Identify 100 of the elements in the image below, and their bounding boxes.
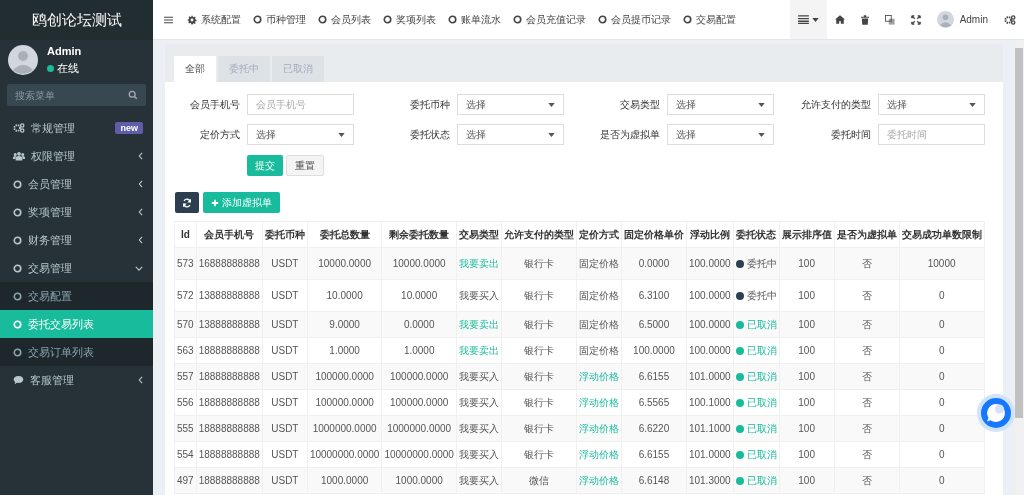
menu-item[interactable]: 权限管理 bbox=[0, 142, 153, 170]
nav-tab[interactable]: 奖项列表 bbox=[377, 0, 442, 39]
field-label: 委托时间 bbox=[830, 127, 872, 142]
nav-tab[interactable]: 会员列表 bbox=[312, 0, 377, 39]
menu-item[interactable]: 奖项管理 bbox=[0, 198, 153, 226]
menu-item[interactable]: 客服管理 bbox=[0, 366, 153, 394]
status-text: 已取消 bbox=[746, 343, 777, 358]
column-header: 允许支付的类型 bbox=[501, 221, 577, 248]
status-text: 已取消 bbox=[746, 395, 777, 410]
select-field[interactable]: 选择 bbox=[457, 94, 564, 115]
table-cell: 否 bbox=[834, 467, 900, 494]
table-cell: USDT bbox=[262, 389, 308, 416]
table-cell: 银行卡 bbox=[501, 311, 577, 338]
table-cell: 银行卡 bbox=[501, 363, 577, 390]
table-cell: 100000.0000 bbox=[307, 389, 382, 416]
table-cell: 100.0000 bbox=[686, 279, 734, 312]
select-field[interactable]: 选择 bbox=[667, 124, 774, 145]
table-cell: 浮动价格 bbox=[576, 389, 622, 416]
table-cell: 18888888888 bbox=[196, 337, 263, 364]
table-cell: 1000000.0000 bbox=[307, 415, 382, 442]
table-cell: 6.5565 bbox=[621, 389, 687, 416]
reset-button[interactable]: 重置 bbox=[286, 155, 324, 176]
submenu-item[interactable]: 交易配置 bbox=[0, 282, 153, 310]
table-cell: 10000000.0000 bbox=[381, 441, 457, 468]
status-text: 已取消 bbox=[746, 447, 777, 462]
select-field[interactable]: 选择 bbox=[667, 94, 774, 115]
menu-item[interactable]: 财务管理 bbox=[0, 226, 153, 254]
search-field[interactable]: 搜索菜单 bbox=[7, 84, 146, 106]
table-cell: USDT bbox=[262, 311, 308, 338]
status-text: 已取消 bbox=[746, 369, 777, 384]
table-cell: 18888888888 bbox=[196, 467, 263, 494]
table-cell: 否 bbox=[834, 389, 900, 416]
input-field[interactable]: 会员手机号 bbox=[247, 94, 354, 115]
table-cell: 固定价格 bbox=[576, 337, 622, 364]
table-cell: 100 bbox=[779, 415, 835, 442]
column-header: 会员手机号 bbox=[196, 221, 263, 248]
nav-tab[interactable]: 系统配置 bbox=[181, 0, 247, 39]
table-cell: 18888888888 bbox=[196, 441, 263, 468]
table-cell: USDT bbox=[262, 279, 308, 312]
table-cell: 1.0000 bbox=[381, 337, 457, 364]
nav-tab[interactable]: 会员提币记录 bbox=[592, 0, 677, 39]
table-cell: 101.0000 bbox=[686, 363, 734, 390]
submenu-item[interactable]: 交易订单列表 bbox=[0, 338, 153, 366]
user-name[interactable]: Admin bbox=[959, 14, 988, 25]
table-cell: 101.0000 bbox=[686, 441, 734, 468]
filter-tab[interactable]: 全部 bbox=[174, 56, 216, 82]
table-cell: 6.6148 bbox=[621, 467, 687, 494]
table-cell: 否 bbox=[834, 441, 900, 468]
table-cell: 497 bbox=[174, 467, 197, 494]
table-cell: 100 bbox=[779, 247, 835, 280]
status-text: 委托中 bbox=[746, 256, 777, 271]
column-header: 固定价格单价 bbox=[621, 221, 687, 248]
nav-tab[interactable]: 交易配置 bbox=[677, 0, 742, 39]
table-cell: 浮动价格 bbox=[576, 363, 622, 390]
column-header: 交易成功单数限制 bbox=[899, 221, 985, 248]
table-cell: 570 bbox=[174, 311, 197, 338]
table-cell: 100000.0000 bbox=[381, 389, 457, 416]
status-text: 已取消 bbox=[746, 473, 777, 488]
table-cell: 557 bbox=[174, 363, 197, 390]
table-cell: 0.0000 bbox=[381, 311, 457, 338]
column-header: 交易类型 bbox=[456, 221, 502, 248]
user-name: Admin bbox=[47, 44, 82, 57]
nav-tab[interactable]: 账单流水 bbox=[442, 0, 507, 39]
select-field[interactable]: 选择 bbox=[247, 124, 354, 145]
nav-tab[interactable]: 币种管理 bbox=[247, 0, 312, 39]
select-field[interactable]: 选择 bbox=[457, 124, 564, 145]
column-header: 浮动比例 bbox=[686, 221, 734, 248]
table-cell: USDT bbox=[262, 247, 308, 280]
table-cell: 10.0000 bbox=[307, 279, 382, 312]
table-cell: USDT bbox=[262, 415, 308, 442]
table-cell: 9.0000 bbox=[307, 311, 382, 338]
menu-item[interactable]: 常规管理 new bbox=[0, 114, 153, 142]
input-field[interactable]: 委托时间 bbox=[878, 124, 985, 145]
table-cell: 否 bbox=[834, 337, 900, 364]
table-cell: 563 bbox=[174, 337, 197, 364]
table-cell: 18888888888 bbox=[196, 415, 263, 442]
table-cell: 100.0000 bbox=[686, 337, 734, 364]
table-cell: 浮动价格 bbox=[576, 415, 622, 442]
table-cell: 100.0000 bbox=[686, 247, 734, 280]
column-header: 展示排序值 bbox=[779, 221, 835, 248]
menu-item[interactable]: 交易管理 bbox=[0, 254, 153, 282]
select-field[interactable]: 选择 bbox=[878, 94, 985, 115]
table-cell: 我要卖出 bbox=[456, 247, 502, 280]
table-cell: 18888888888 bbox=[196, 363, 263, 390]
table-cell: 6.5000 bbox=[621, 311, 687, 338]
table-cell: 6.6155 bbox=[621, 363, 687, 390]
table-cell: 573 bbox=[174, 247, 197, 280]
status-text: 委托中 bbox=[746, 288, 777, 303]
table-cell: 556 bbox=[174, 389, 197, 416]
table-cell: 100.0000 bbox=[621, 337, 687, 364]
table-cell: 我要买入 bbox=[456, 467, 502, 494]
table-cell: 101.3000 bbox=[686, 467, 734, 494]
menu-item[interactable]: 会员管理 bbox=[0, 170, 153, 198]
table-cell: USDT bbox=[262, 337, 308, 364]
table-cell: 银行卡 bbox=[501, 337, 577, 364]
nav-tab[interactable]: 会员充值记录 bbox=[507, 0, 592, 39]
table-cell: 银行卡 bbox=[501, 441, 577, 468]
table-cell: 1000000.0000 bbox=[381, 415, 457, 442]
table-cell: USDT bbox=[262, 441, 308, 468]
table-cell: 固定价格 bbox=[576, 279, 622, 312]
